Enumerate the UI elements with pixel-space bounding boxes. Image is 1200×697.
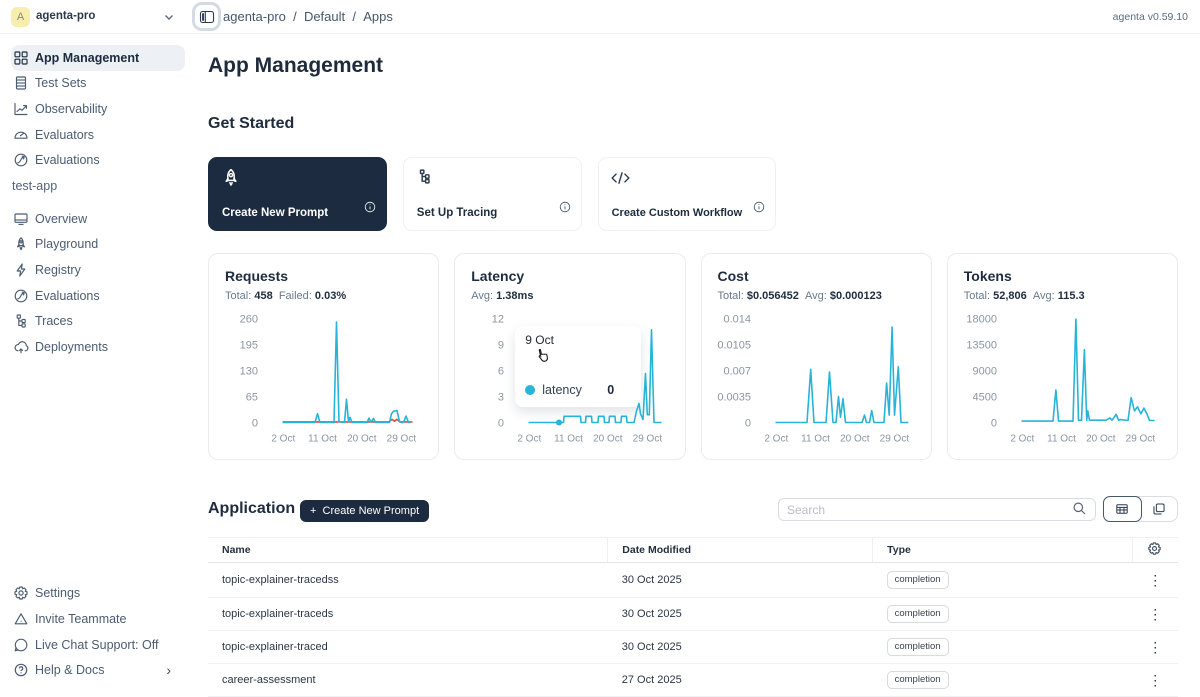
svg-text:0.0105: 0.0105 [717,340,751,352]
svg-text:9: 9 [498,340,504,352]
svg-text:0.014: 0.014 [723,314,751,326]
svg-text:11 Oct: 11 Oct [801,434,830,445]
svg-text:6: 6 [498,366,504,378]
svg-text:29 Oct: 29 Oct [633,434,663,445]
svg-text:260: 260 [240,314,258,326]
svg-text:29 Oct: 29 Oct [1125,434,1155,445]
svg-text:13500: 13500 [966,340,997,352]
svg-text:9000: 9000 [972,366,996,378]
svg-text:20 Oct: 20 Oct [347,434,377,445]
svg-text:0: 0 [252,418,258,430]
svg-text:2 Oct: 2 Oct [764,434,788,445]
svg-text:3: 3 [498,392,504,404]
svg-text:2 Oct: 2 Oct [271,434,295,445]
svg-text:2 Oct: 2 Oct [1010,434,1034,445]
svg-text:20 Oct: 20 Oct [1086,434,1116,445]
svg-text:20 Oct: 20 Oct [593,434,623,445]
svg-text:0: 0 [498,418,504,430]
svg-text:20 Oct: 20 Oct [840,434,870,445]
svg-text:0: 0 [991,418,997,430]
svg-text:2 Oct: 2 Oct [518,434,542,445]
svg-text:4500: 4500 [972,392,996,404]
svg-text:195: 195 [240,340,258,352]
svg-text:11 Oct: 11 Oct [554,434,583,445]
svg-text:29 Oct: 29 Oct [879,434,909,445]
svg-text:18000: 18000 [966,314,997,326]
svg-text:12: 12 [492,314,504,326]
svg-text:0.007: 0.007 [723,366,751,378]
svg-text:0.0035: 0.0035 [717,392,751,404]
svg-text:130: 130 [240,366,258,378]
svg-text:29 Oct: 29 Oct [387,434,417,445]
svg-text:11 Oct: 11 Oct [1047,434,1076,445]
svg-text:11 Oct: 11 Oct [308,434,337,445]
svg-text:65: 65 [246,392,258,404]
svg-text:0: 0 [744,418,750,430]
